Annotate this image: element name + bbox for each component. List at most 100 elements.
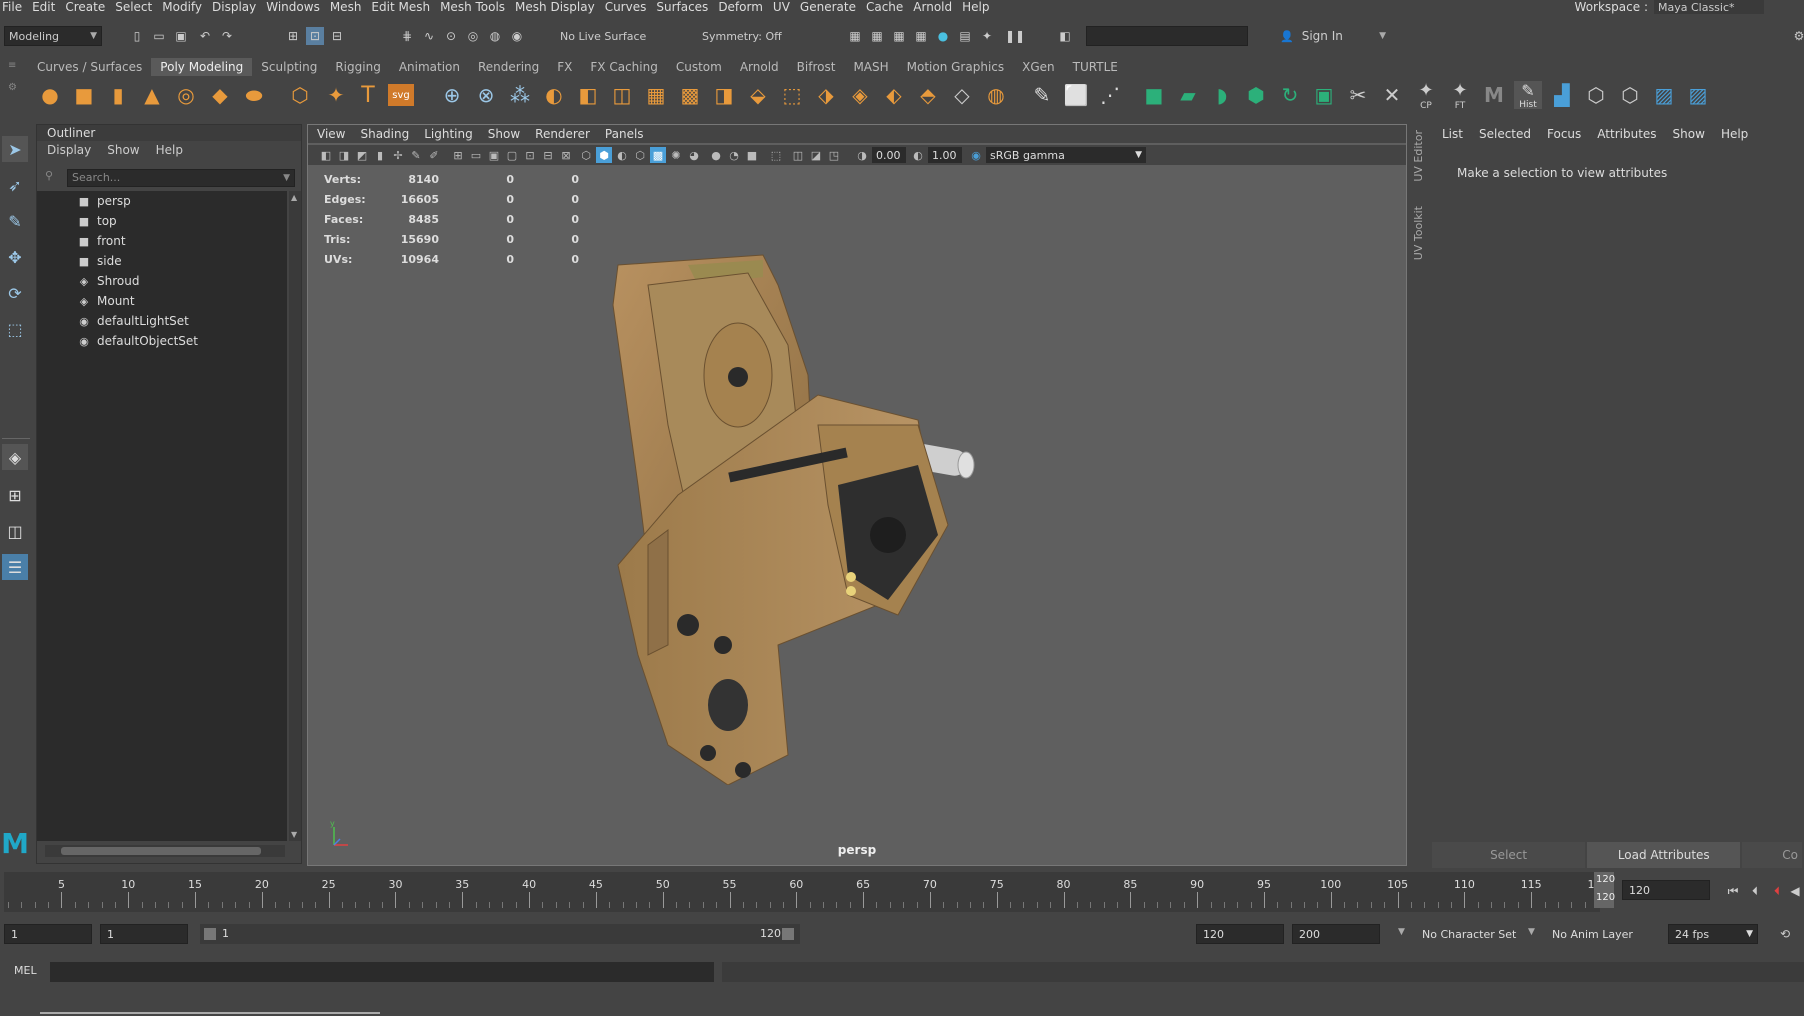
outliner-item-defaultlightset[interactable]: ◉ defaultLightSet xyxy=(37,311,287,331)
freeze-transform-icon[interactable]: ✦ FT xyxy=(1446,80,1474,111)
live-surface-field[interactable]: No Live Surface xyxy=(556,26,664,46)
playback-start-field[interactable]: 1 xyxy=(100,924,188,944)
select-component-icon[interactable]: ⊟ xyxy=(328,27,346,45)
menu-generate[interactable]: Generate xyxy=(800,0,866,14)
new-scene-icon[interactable]: ▯ xyxy=(128,27,146,45)
filter-icon[interactable]: ⚲ xyxy=(45,169,61,185)
extrude-icon[interactable]: ⬚ xyxy=(778,81,806,109)
snap-curve-icon[interactable]: ∿ xyxy=(420,27,438,45)
smooth-icon[interactable]: ⁂ xyxy=(506,81,534,109)
time-slider[interactable]: 5 10 15 20 25 30 35 40 45 50 55 60 65 70 75 80 85 90 95 100… xyxy=(0,868,1615,912)
poly-disc-icon[interactable]: ⬬ xyxy=(240,81,268,109)
two-view-icon[interactable]: ◫ xyxy=(2,518,28,544)
snap-surface-icon[interactable]: ◍ xyxy=(486,27,504,45)
target-weld-icon[interactable]: ⬜ xyxy=(1062,81,1090,109)
uv-sew-icon[interactable]: ✕ xyxy=(1378,81,1406,109)
render-layer-icon[interactable]: ⬡ xyxy=(1616,81,1644,109)
fill-hole-icon[interactable]: ⬙ xyxy=(744,81,772,109)
save-scene-icon[interactable]: ▣ xyxy=(172,27,190,45)
workspace-selector[interactable]: Workspace : Maya Classic* xyxy=(1575,0,1764,14)
center-pivot-icon[interactable]: ✦ CP xyxy=(1412,80,1440,111)
single-perspective-icon[interactable]: ◈ xyxy=(2,444,28,470)
maya-logo-icon[interactable]: M xyxy=(1480,81,1508,109)
scroll-thumb[interactable] xyxy=(61,847,261,855)
shelf-tab-motion-graphics[interactable]: Motion Graphics xyxy=(898,58,1014,76)
combine-icon[interactable]: ⊕ xyxy=(438,81,466,109)
redo-icon[interactable]: ↷ xyxy=(218,27,236,45)
bevel-edge-icon[interactable]: ⬖ xyxy=(880,81,908,109)
outliner-item-defaultobjectset[interactable]: ◉ defaultObjectSet xyxy=(37,331,287,351)
command-language-label[interactable]: MEL xyxy=(14,964,37,977)
arnold-render-icon[interactable]: ✦ xyxy=(978,27,996,45)
viewport-menu-show[interactable]: Show xyxy=(479,127,526,141)
select-hierarchy-icon[interactable]: ⊞ xyxy=(284,27,302,45)
relax-brush-icon[interactable]: ▨ xyxy=(1684,81,1712,109)
current-frame-marker[interactable]: 120 120 xyxy=(1594,872,1615,908)
multi-cut-icon[interactable]: ✎ xyxy=(1028,81,1056,109)
workspace-dropdown[interactable]: Maya Classic* xyxy=(1654,0,1764,14)
poly-cube-icon[interactable]: ■ xyxy=(70,81,98,109)
symmetry-dropdown[interactable]: Symmetry: Off xyxy=(698,26,798,46)
poke-icon[interactable]: ⬘ xyxy=(914,81,942,109)
shelf-tab-curves-surfaces[interactable]: Curves / Surfaces xyxy=(28,58,151,76)
sign-in-button[interactable]: 👤 Sign In ▼ xyxy=(1276,26,1390,46)
menu-file[interactable]: File xyxy=(0,0,32,14)
outliner-item-top[interactable]: ■ top xyxy=(37,211,287,231)
outliner-item-front[interactable]: ■ front xyxy=(37,231,287,251)
shelf-tab-turtle[interactable]: TURTLE xyxy=(1064,58,1127,76)
viewport-menu-view[interactable]: View xyxy=(308,127,351,141)
ambient-occlusion-icon[interactable]: ● xyxy=(708,147,724,163)
shelf-tab-fx-caching[interactable]: FX Caching xyxy=(581,58,666,76)
retopo-icon[interactable]: ◨ xyxy=(710,81,738,109)
attr-menu-help[interactable]: Help xyxy=(1711,127,1754,141)
undo-icon[interactable]: ↶ xyxy=(196,27,214,45)
safe-title-icon[interactable]: ⊠ xyxy=(558,147,574,163)
outliner-item-side[interactable]: ■ side xyxy=(37,251,287,271)
outliner-item-shroud[interactable]: ◈ Shroud xyxy=(37,271,287,291)
view-transform-dropdown[interactable]: sRGB gamma ▼ xyxy=(986,147,1146,163)
uv-spherical-icon[interactable]: ◗ xyxy=(1208,81,1236,109)
gamma-field[interactable]: 1.00 xyxy=(928,147,962,163)
shelf-tab-xgen[interactable]: XGen xyxy=(1013,58,1064,76)
viewport-panel[interactable]: View Shading Lighting Show Renderer Panels ◧ … xyxy=(307,124,1407,866)
menu-surfaces[interactable]: Surfaces xyxy=(656,0,718,14)
menu-curves[interactable]: Curves xyxy=(605,0,657,14)
menu-windows[interactable]: Windows xyxy=(266,0,330,14)
circularize-icon[interactable]: ◍ xyxy=(982,81,1010,109)
wedge-icon[interactable]: ◇ xyxy=(948,81,976,109)
attr-menu-show[interactable]: Show xyxy=(1663,127,1711,141)
delete-history-icon[interactable]: ✎ Hist xyxy=(1514,81,1542,110)
shadows-icon[interactable]: ◕ xyxy=(686,147,702,163)
bridge-icon[interactable]: ⬗ xyxy=(812,81,840,109)
film-gate-icon[interactable]: ▭ xyxy=(468,147,484,163)
shelf-tab-poly-modeling[interactable]: Poly Modeling xyxy=(151,58,253,76)
mode-dropdown[interactable]: Modeling ▼ xyxy=(4,26,102,46)
separate-icon[interactable]: ⊗ xyxy=(472,81,500,109)
wireframe-on-shaded-icon[interactable]: ⬡ xyxy=(632,147,648,163)
uv-toolkit-tab[interactable]: UV Toolkit xyxy=(1412,206,1425,260)
shelf-tab-custom[interactable]: Custom xyxy=(667,58,731,76)
uv-layout-icon[interactable]: ▣ xyxy=(1310,81,1338,109)
poly-cylinder-icon[interactable]: ▮ xyxy=(104,81,132,109)
menu-deform[interactable]: Deform xyxy=(718,0,773,14)
viewport-menu-lighting[interactable]: Lighting xyxy=(415,127,479,141)
use-lights-icon[interactable]: ✺ xyxy=(668,147,684,163)
open-scene-icon[interactable]: ▭ xyxy=(150,27,168,45)
move-tool-icon[interactable]: ✥ xyxy=(2,244,28,270)
snap-vertex-icon[interactable]: ◉ xyxy=(508,27,526,45)
image-plane-icon[interactable]: ▮ xyxy=(372,147,388,163)
uv-cylindrical-icon[interactable]: ▰ xyxy=(1174,81,1202,109)
snap-point-icon[interactable]: ⊙ xyxy=(442,27,460,45)
exposure-icon[interactable]: ◑ xyxy=(854,147,870,163)
viewport-menu-renderer[interactable]: Renderer xyxy=(526,127,596,141)
xray-joints-icon[interactable]: ◪ xyxy=(808,147,824,163)
wireframe-icon[interactable]: ⬡ xyxy=(578,147,594,163)
command-input[interactable] xyxy=(50,962,714,982)
annotate-icon[interactable]: ✐ xyxy=(426,147,442,163)
smooth-shade-icon[interactable]: ⬢ xyxy=(596,147,612,163)
camera-attributes-icon[interactable]: ◨ xyxy=(336,147,352,163)
time-slider-track[interactable]: 5 10 15 20 25 30 35 40 45 50 55 60 65 70 75 80 85 90 95 100… xyxy=(4,872,1609,912)
xray-icon[interactable]: ◫ xyxy=(790,147,806,163)
menu-arnold[interactable]: Arnold xyxy=(913,0,962,14)
menu-display[interactable]: Display xyxy=(212,0,266,14)
